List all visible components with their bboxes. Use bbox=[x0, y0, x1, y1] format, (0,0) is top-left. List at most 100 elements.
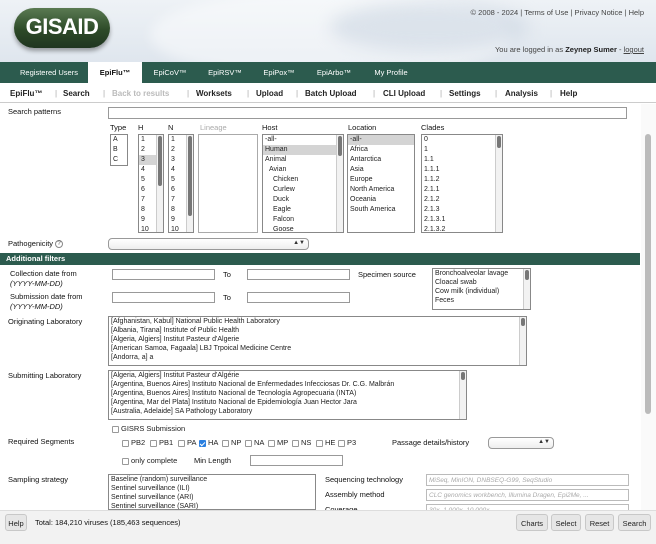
menu-worksets[interactable]: Worksets bbox=[196, 84, 232, 103]
charts-button[interactable]: Charts bbox=[516, 514, 548, 531]
gisrs-checkbox[interactable]: GISRS Submission bbox=[112, 424, 185, 433]
checkbox-checked[interactable] bbox=[199, 439, 206, 447]
list-item[interactable]: 2.1.1 bbox=[422, 185, 502, 195]
list-item[interactable]: 0 bbox=[422, 135, 502, 145]
list-item[interactable]: Animal bbox=[263, 155, 343, 165]
tab-epirsv[interactable]: EpiRSV™ bbox=[200, 62, 250, 83]
list-item[interactable]: -all- bbox=[263, 135, 343, 145]
menu-batch-upload[interactable]: Batch Upload bbox=[305, 84, 357, 103]
location-list[interactable]: -all- Africa Antarctica Asia Europe Nort… bbox=[347, 134, 415, 233]
list-item[interactable]: Sentinel surveillance (ARI) bbox=[109, 493, 315, 502]
menu-upload[interactable]: Upload bbox=[256, 84, 283, 103]
scrollbar[interactable] bbox=[156, 135, 163, 232]
tab-epiflu[interactable]: EpiFlu™ bbox=[88, 62, 142, 84]
checkbox[interactable] bbox=[222, 439, 229, 447]
scrollbar[interactable] bbox=[186, 135, 193, 232]
list-item[interactable]: C bbox=[111, 155, 127, 165]
search-patterns-input[interactable] bbox=[108, 107, 627, 119]
lineage-list[interactable] bbox=[198, 134, 258, 233]
collection-date-from-input[interactable] bbox=[112, 269, 215, 280]
select-button[interactable]: Select bbox=[551, 514, 581, 531]
checkbox[interactable] bbox=[112, 425, 119, 433]
help-link[interactable]: Help bbox=[629, 8, 644, 17]
checkbox[interactable] bbox=[245, 439, 252, 447]
page-scrollbar[interactable] bbox=[641, 104, 656, 510]
list-item[interactable]: B bbox=[111, 145, 127, 155]
segment-ns[interactable]: NS bbox=[292, 438, 311, 447]
menu-settings[interactable]: Settings bbox=[449, 84, 481, 103]
list-item[interactable]: Avian bbox=[263, 165, 343, 175]
help-icon[interactable]: ? bbox=[55, 240, 64, 249]
segment-pa[interactable]: PA bbox=[178, 438, 196, 447]
search-button[interactable]: Search bbox=[618, 514, 651, 531]
list-item[interactable]: Sentinel surveillance (ILI) bbox=[109, 484, 315, 493]
scrollbar[interactable] bbox=[523, 269, 530, 309]
segment-mp[interactable]: MP bbox=[268, 438, 288, 447]
list-item[interactable]: Goose bbox=[263, 225, 343, 232]
help-button[interactable]: Help bbox=[5, 514, 27, 531]
menu-epiflu[interactable]: EpiFlu™ bbox=[10, 84, 42, 103]
list-item[interactable]: Falcon bbox=[263, 215, 343, 225]
list-item[interactable]: South America bbox=[348, 205, 414, 215]
list-item[interactable]: Curlew bbox=[263, 185, 343, 195]
originating-lab-list[interactable]: [Afghanistan, Kabul] National Public Hea… bbox=[108, 316, 527, 366]
list-item[interactable]: [Algeria, Algiers] Institut Pasteur d'Al… bbox=[109, 371, 466, 380]
list-item[interactable]: Eagle bbox=[263, 205, 343, 215]
checkbox[interactable] bbox=[292, 439, 299, 447]
list-item[interactable]: Oceania bbox=[348, 195, 414, 205]
specimen-source-list[interactable]: Bronchoalveolar lavage Cloacal swab Cow … bbox=[432, 268, 531, 310]
list-item[interactable]: Bronchoalveolar lavage bbox=[433, 269, 530, 278]
submission-date-from-input[interactable] bbox=[112, 292, 215, 303]
list-item[interactable]: Africa bbox=[348, 145, 414, 155]
list-item[interactable]: 1.1.2 bbox=[422, 175, 502, 185]
segment-p3[interactable]: P3 bbox=[338, 438, 356, 447]
clades-list[interactable]: 0 1 1.1 1.1.1 1.1.2 2.1.1 2.1.2 2.1.3 2.… bbox=[421, 134, 503, 233]
list-item[interactable]: North America bbox=[348, 185, 414, 195]
h-list[interactable]: 1 2 3 4 5 6 7 8 9 10 bbox=[138, 134, 164, 233]
list-item[interactable]: 1.1 bbox=[422, 155, 502, 165]
menu-analysis[interactable]: Analysis bbox=[505, 84, 538, 103]
n-list[interactable]: 1 2 3 4 5 6 7 8 9 10 bbox=[168, 134, 194, 233]
checkbox[interactable] bbox=[178, 439, 185, 447]
menu-help[interactable]: Help bbox=[560, 84, 577, 103]
collection-date-to-input[interactable] bbox=[247, 269, 350, 280]
submitting-lab-list[interactable]: [Algeria, Algiers] Institut Pasteur d'Al… bbox=[108, 370, 467, 420]
menu-cli-upload[interactable]: CLI Upload bbox=[383, 84, 425, 103]
list-item[interactable]: Asia bbox=[348, 165, 414, 175]
list-item[interactable]: 1.1.1 bbox=[422, 165, 502, 175]
list-item[interactable]: Europe bbox=[348, 175, 414, 185]
segment-np[interactable]: NP bbox=[222, 438, 241, 447]
list-item[interactable]: 1 bbox=[422, 145, 502, 155]
list-item[interactable]: [Argentina, Buenos Aires] Instituto Naci… bbox=[109, 389, 466, 398]
privacy-link[interactable]: Privacy Notice bbox=[575, 8, 623, 17]
scrollbar[interactable] bbox=[495, 135, 502, 232]
sequencing-tech-input[interactable]: MiSeq, MinION, DNBSEQ-G99, SeqStudio bbox=[426, 474, 629, 486]
assembly-method-input[interactable]: CLC genomics workbench, Illumina Dragen,… bbox=[426, 489, 629, 501]
tab-epipox[interactable]: EpiPox™ bbox=[254, 62, 304, 83]
reset-button[interactable]: Reset bbox=[585, 514, 614, 531]
list-item[interactable]: [American Samoa, Fagaala] LBJ Trpoical M… bbox=[109, 344, 526, 353]
list-item[interactable]: [Argentina, Mar del Plata] Instituto Nac… bbox=[109, 398, 466, 407]
checkbox[interactable] bbox=[268, 439, 275, 447]
menu-search[interactable]: Search bbox=[63, 84, 90, 103]
list-item[interactable]: A bbox=[111, 135, 127, 145]
list-item[interactable]: [Algeria, Algiers] Institut Pasteur d'Al… bbox=[109, 335, 526, 344]
passage-select[interactable]: ▲▼ bbox=[488, 437, 554, 449]
gisaid-logo[interactable]: GISAID bbox=[14, 8, 110, 48]
list-item[interactable]: Feces bbox=[433, 296, 530, 305]
list-item[interactable]: Chicken bbox=[263, 175, 343, 185]
checkbox[interactable] bbox=[122, 457, 129, 465]
type-list[interactable]: A B C bbox=[110, 134, 128, 166]
sampling-strategy-list[interactable]: Baseline (random) surveillance Sentinel … bbox=[108, 474, 316, 510]
tab-registered-users[interactable]: Registered Users bbox=[10, 62, 88, 83]
list-item[interactable]: 2.1.3.2 bbox=[422, 225, 502, 232]
list-item[interactable]: Baseline (random) surveillance bbox=[109, 475, 315, 484]
segment-pb1[interactable]: PB1 bbox=[150, 438, 173, 447]
list-item[interactable]: Cloacal swab bbox=[433, 278, 530, 287]
segment-he[interactable]: HE bbox=[316, 438, 335, 447]
list-item[interactable]: 2.1.2 bbox=[422, 195, 502, 205]
list-item[interactable]: 2.1.3 bbox=[422, 205, 502, 215]
list-item[interactable]: 2.1.3.1 bbox=[422, 215, 502, 225]
checkbox[interactable] bbox=[338, 439, 345, 447]
segment-ha[interactable]: HA bbox=[199, 438, 218, 447]
